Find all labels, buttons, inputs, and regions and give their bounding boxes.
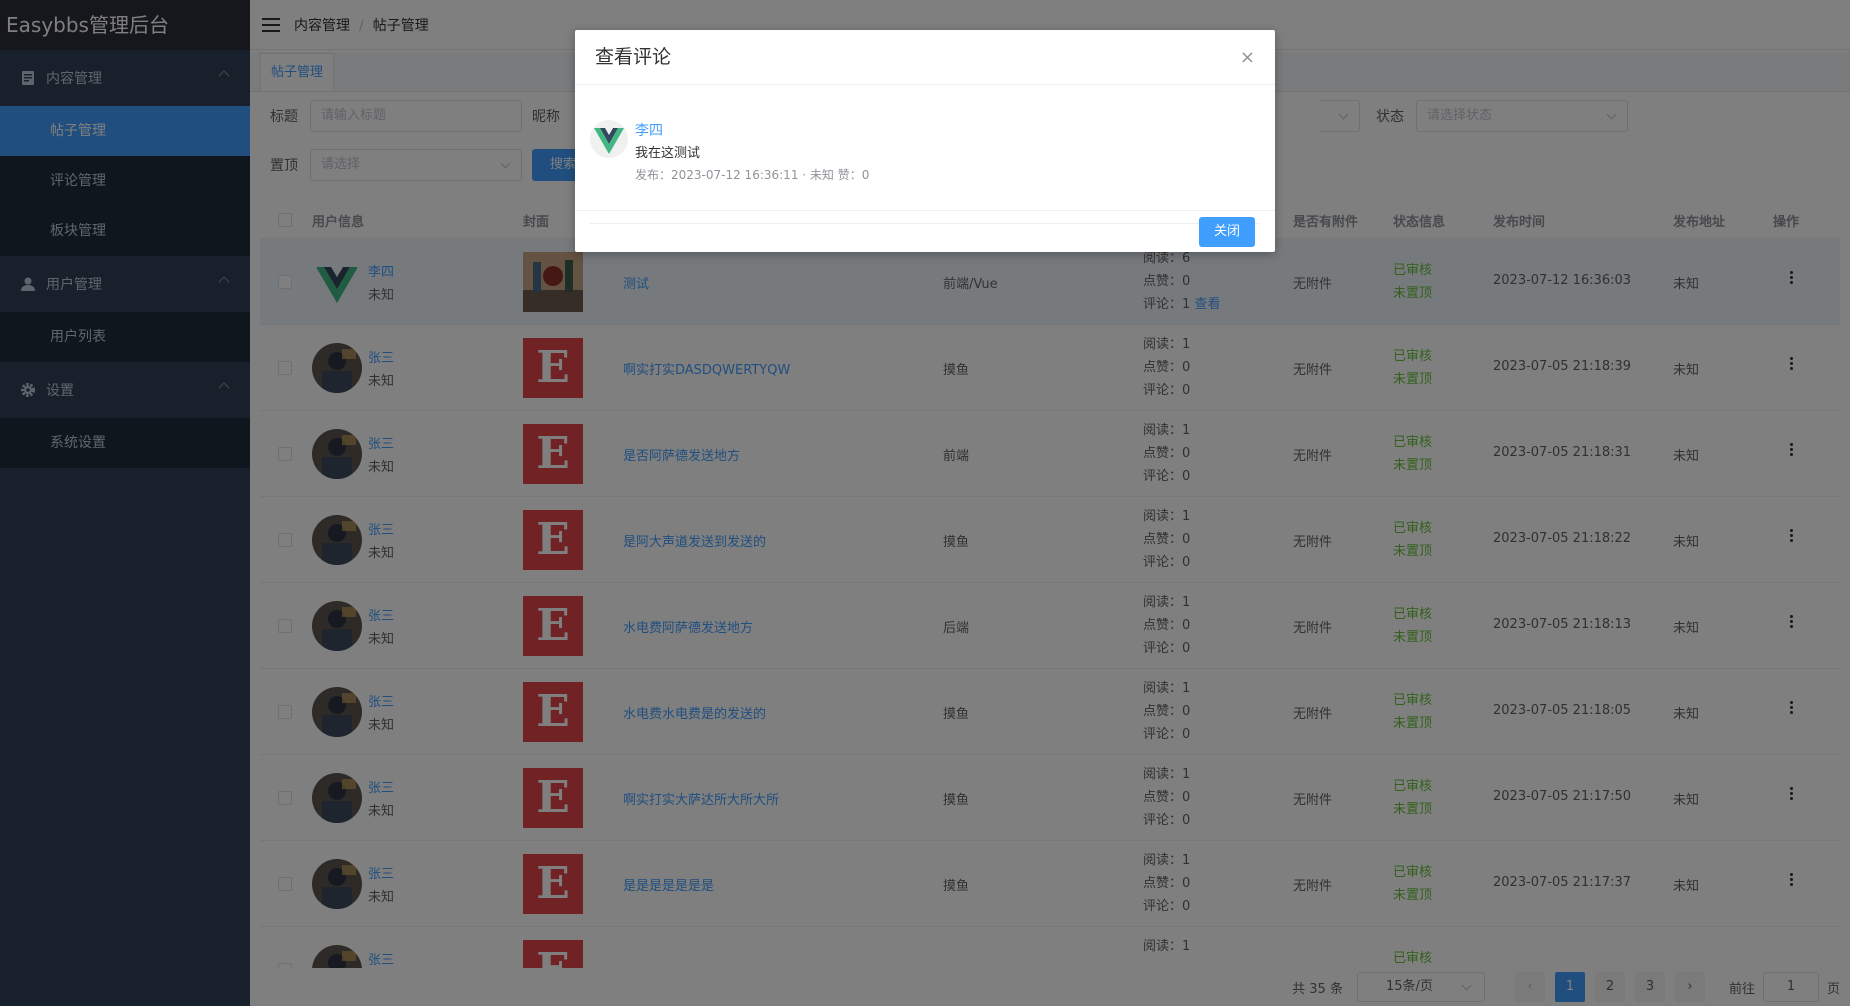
dialog-title: 查看评论	[595, 46, 672, 68]
commenter-name[interactable]: 李四	[635, 120, 663, 140]
comment-text: 我在这测试	[635, 146, 701, 161]
dialog-header: 查看评论 ×	[575, 30, 1275, 85]
comment-meta: 发布：2023-07-12 16:36:11 · 未知 赞：0	[635, 168, 870, 182]
close-icon[interactable]: ×	[1240, 30, 1255, 85]
close-button[interactable]: 关闭	[1198, 217, 1255, 247]
dialog-footer: 关闭	[575, 210, 1275, 252]
commenter-avatar	[590, 120, 628, 158]
view-comment-dialog: 查看评论 × 李四 我在这测试 发布：2023-07-12 16:36:11 ·…	[575, 30, 1275, 252]
comment-item: 李四 我在这测试 发布：2023-07-12 16:36:11 · 未知 赞：0	[590, 120, 1260, 224]
